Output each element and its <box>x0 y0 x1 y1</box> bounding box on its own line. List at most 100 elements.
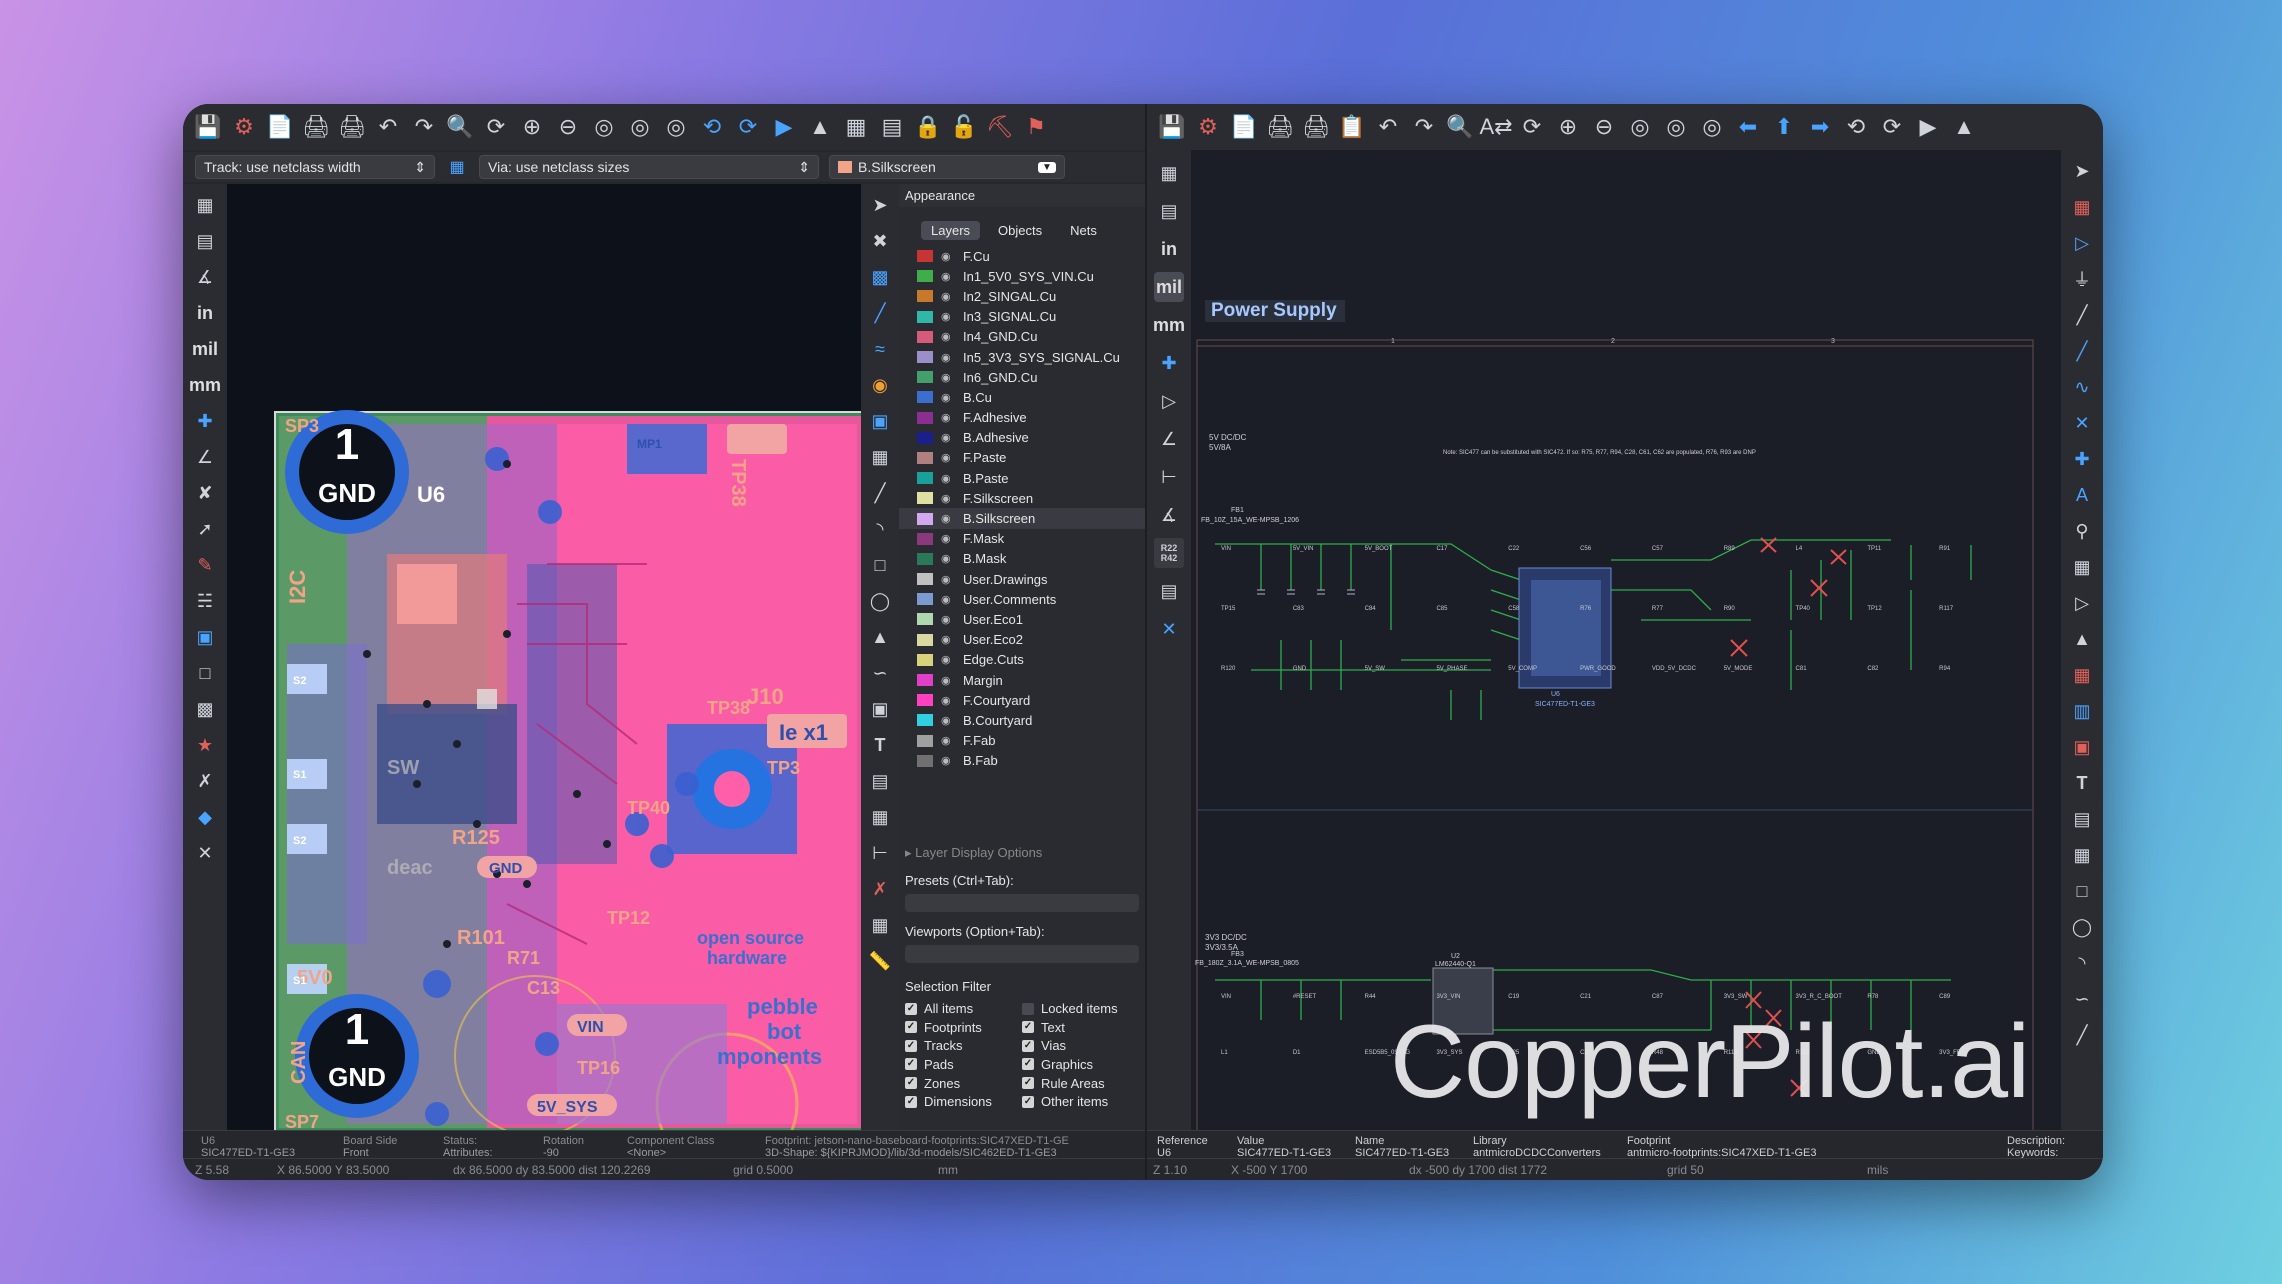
find-icon[interactable]: 🔍 <box>1445 112 1475 142</box>
add-wire-icon[interactable]: ╱ <box>2067 300 2097 330</box>
layer-row[interactable]: ◉ In3_SIGNAL.Cu <box>899 307 1145 327</box>
grid-icon[interactable]: ▦ <box>1154 158 1184 188</box>
lock-icon[interactable]: 🔒 <box>913 112 943 142</box>
zoom-out-icon[interactable]: ⊖ <box>553 112 583 142</box>
diff-pair-icon[interactable]: ≈ <box>865 334 895 364</box>
draw-arc-icon[interactable]: ◝ <box>2067 948 2097 978</box>
eye-icon[interactable]: ◉ <box>941 250 955 263</box>
checkbox-icon[interactable]: ✓ <box>905 1021 917 1034</box>
add-symbol-icon[interactable]: ▷ <box>2067 228 2097 258</box>
add-image-icon[interactable]: ▣ <box>865 694 895 724</box>
add-zone-icon[interactable]: ▣ <box>865 406 895 436</box>
hierarchy-icon[interactable]: ▤ <box>1154 576 1184 606</box>
layer-row[interactable]: ◉ Edge.Cuts <box>899 650 1145 670</box>
layer-row[interactable]: ◉ F.Paste <box>899 448 1145 468</box>
layer-color-swatch[interactable] <box>917 270 933 283</box>
track-width-select[interactable]: Track: use netclass width ⇕ <box>195 155 435 179</box>
zone-fill-icon[interactable]: ▣ <box>190 622 220 652</box>
checkbox-icon[interactable]: ✓ <box>1022 1058 1034 1071</box>
polar-coords-icon[interactable]: ∡ <box>190 262 220 292</box>
select-icon[interactable]: ➤ <box>2067 156 2097 186</box>
layer-color-swatch[interactable] <box>917 573 933 586</box>
show-tracks-icon[interactable]: ✎ <box>190 550 220 580</box>
draw-line-icon[interactable]: ╱ <box>2067 1020 2097 1050</box>
eye-icon[interactable]: ◉ <box>941 633 955 646</box>
undo-icon[interactable]: ↶ <box>373 112 403 142</box>
anchor-icon[interactable]: ▦ <box>865 910 895 940</box>
checkbox-icon[interactable]: ✓ <box>1022 1039 1034 1052</box>
layer-row[interactable]: ◉ User.Comments <box>899 589 1145 609</box>
eye-icon[interactable]: ◉ <box>941 593 955 606</box>
layer-color-swatch[interactable] <box>917 391 933 404</box>
layer-color-swatch[interactable] <box>917 371 933 384</box>
layers-manager-icon[interactable]: ◆ <box>190 802 220 832</box>
eye-icon[interactable]: ◉ <box>941 694 955 707</box>
add-table-icon[interactable]: ▦ <box>865 802 895 832</box>
layer-color-swatch[interactable] <box>917 512 933 525</box>
mirror-icon[interactable]: ▲ <box>805 112 835 142</box>
layer-color-swatch[interactable] <box>917 310 933 323</box>
active-layer-select[interactable]: B.Silkscreen ▼ <box>829 155 1065 179</box>
hidden-pins-icon[interactable]: ▷ <box>1154 386 1184 416</box>
image-icon[interactable]: ▣ <box>2067 732 2097 762</box>
layer-color-swatch[interactable] <box>917 472 933 485</box>
draw-line-icon[interactable]: ╱ <box>865 478 895 508</box>
layer-row[interactable]: ◉ B.Silkscreen <box>899 508 1145 529</box>
layer-color-swatch[interactable] <box>917 694 933 707</box>
import-sheet-pin-icon[interactable]: ▥ <box>2067 696 2097 726</box>
tab-objects[interactable]: Objects <box>988 221 1052 240</box>
layer-row[interactable]: ◉ B.Mask <box>899 549 1145 569</box>
add-bus-icon[interactable]: ╱ <box>2067 336 2097 366</box>
zoom-in-icon[interactable]: ⊕ <box>517 112 547 142</box>
navigate-up-icon[interactable]: ⬆ <box>1769 112 1799 142</box>
local-ratsnest-icon[interactable]: ✖ <box>865 226 895 256</box>
eye-icon[interactable]: ◉ <box>941 270 955 283</box>
layer-row[interactable]: ◉ User.Drawings <box>899 569 1145 589</box>
layer-color-swatch[interactable] <box>917 532 933 545</box>
eye-icon[interactable]: ◉ <box>941 411 955 424</box>
draw-rect-icon[interactable]: □ <box>2067 876 2097 906</box>
line-mode-icon[interactable]: ⊢ <box>1154 462 1184 492</box>
pad-outline-icon[interactable]: ▩ <box>190 694 220 724</box>
filter-checkbox[interactable]: ✓ Tracks <box>905 1037 1022 1055</box>
layer-row[interactable]: ◉ B.Adhesive <box>899 428 1145 448</box>
layer-color-swatch[interactable] <box>917 674 933 687</box>
checkbox-icon[interactable]: ✓ <box>1022 1021 1034 1034</box>
zoom-out-icon[interactable]: ⊖ <box>1589 112 1619 142</box>
eye-icon[interactable]: ◉ <box>941 552 955 565</box>
global-label-icon[interactable]: ▷ <box>2067 588 2097 618</box>
layer-color-swatch[interactable] <box>917 633 933 646</box>
zoom-selection-icon[interactable]: ◎ <box>1697 112 1727 142</box>
layer-row[interactable]: ◉ In5_3V3_SYS_SIGNAL.Cu <box>899 347 1145 367</box>
page-settings-icon[interactable]: 📄 <box>265 112 295 142</box>
layer-color-swatch[interactable] <box>917 552 933 565</box>
layer-color-swatch[interactable] <box>917 714 933 727</box>
rotate-ccw-icon[interactable]: ⟲ <box>697 112 727 142</box>
checkbox-icon[interactable]: ✓ <box>905 1095 917 1108</box>
layer-color-swatch[interactable] <box>917 492 933 505</box>
filter-checkbox[interactable]: ✓ Rule Areas <box>1022 1074 1139 1092</box>
track-outline-icon[interactable]: ✗ <box>190 766 220 796</box>
viewports-select[interactable] <box>905 944 1139 963</box>
tools-icon[interactable]: ✕ <box>190 838 220 868</box>
layer-color-swatch[interactable] <box>917 613 933 626</box>
schematic-canvas[interactable]: 123 5V DC/DC 5V/8A FB1 FB_10Z_15A_WE-MPS… <box>1191 150 2061 1130</box>
units-mil-button[interactable]: mil <box>190 334 220 364</box>
filter-checkbox[interactable]: ✓ Other items <box>1022 1093 1139 1111</box>
eye-icon[interactable]: ◉ <box>941 512 955 525</box>
layer-color-swatch[interactable] <box>917 330 933 343</box>
hier-label-icon[interactable]: ▲ <box>2067 624 2097 654</box>
zoom-fit-icon[interactable]: ◎ <box>1625 112 1655 142</box>
filter-checkbox[interactable]: ✓ All items <box>905 1000 1022 1018</box>
eye-icon[interactable]: ◉ <box>941 532 955 545</box>
navigate-forward-icon[interactable]: ➡ <box>1805 112 1835 142</box>
group-icon[interactable]: ▦ <box>841 112 871 142</box>
undo-icon[interactable]: ↶ <box>1373 112 1403 142</box>
rotate-cw-icon[interactable]: ⟳ <box>733 112 763 142</box>
eye-icon[interactable]: ◉ <box>941 310 955 323</box>
bus-entry-icon[interactable]: ∿ <box>2067 372 2097 402</box>
eye-icon[interactable]: ◉ <box>941 573 955 586</box>
eye-icon[interactable]: ◉ <box>941 653 955 666</box>
layer-row[interactable]: ◉ B.Fab <box>899 751 1145 771</box>
eye-icon[interactable]: ◉ <box>941 613 955 626</box>
